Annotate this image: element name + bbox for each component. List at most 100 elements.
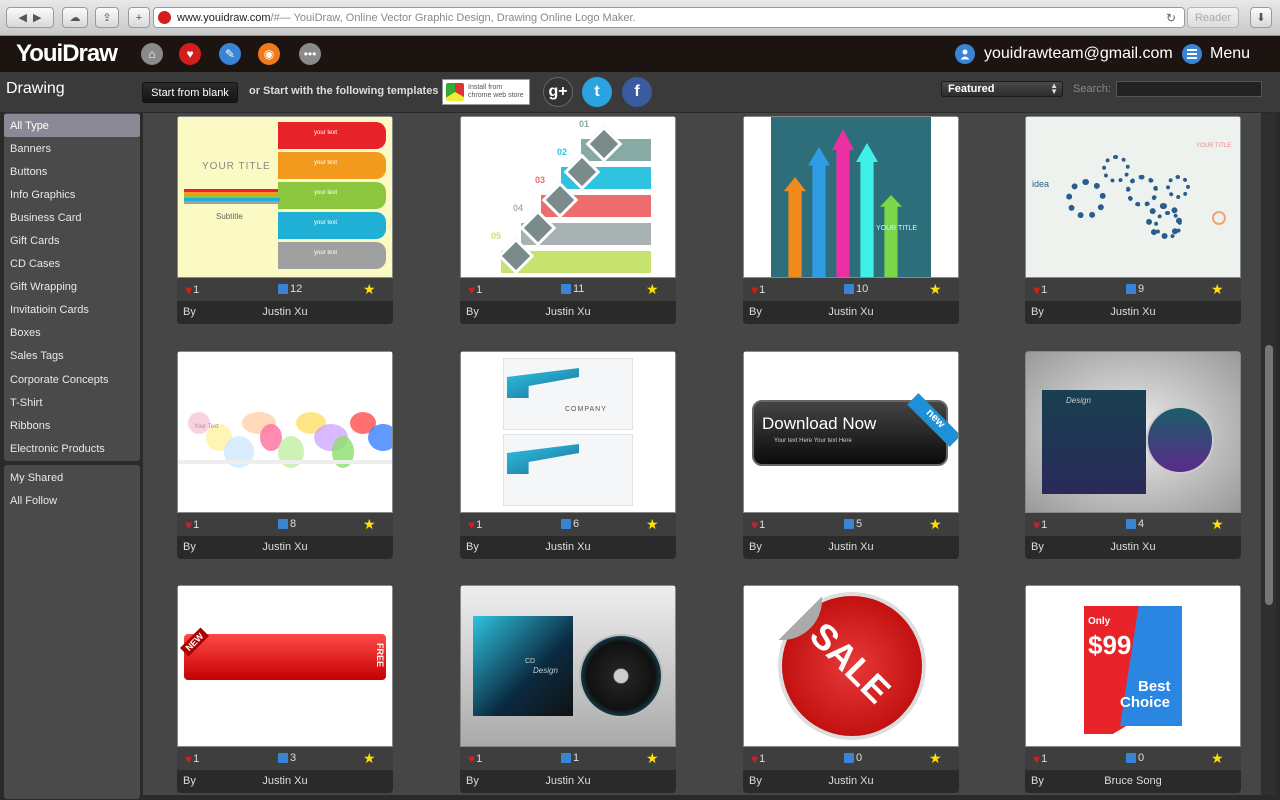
author-name[interactable]: Justin Xu	[460, 541, 676, 553]
star-icon[interactable]: ★	[646, 281, 659, 298]
template-card[interactable]: your text your text your text your text your…	[177, 116, 393, 324]
download-icon[interactable]: ⬇	[1250, 7, 1272, 28]
sidebar-item-corporate-concepts[interactable]: Corporate Concepts	[4, 368, 140, 391]
template-card[interactable]: Download Now Your text Here Your text Her…	[743, 351, 959, 559]
sidebar-item-all-follow[interactable]: All Follow	[4, 490, 140, 513]
edit-count[interactable]: 3	[278, 752, 296, 764]
author-name[interactable]: Justin Xu	[1025, 306, 1241, 318]
edit-count[interactable]: 0	[844, 752, 862, 764]
author-name[interactable]: Justin Xu	[177, 541, 393, 553]
reader-button[interactable]: Reader	[1187, 7, 1239, 28]
sidebar-item-cd-cases[interactable]: CD Cases	[4, 253, 140, 276]
star-icon[interactable]: ★	[1211, 281, 1224, 298]
more-icon[interactable]: •••	[299, 43, 321, 65]
edit-count[interactable]: 1	[561, 752, 579, 764]
star-icon[interactable]: ★	[1211, 750, 1224, 767]
heart-nav-icon[interactable]: ♥	[179, 43, 201, 65]
sidebar-item-t-shirt[interactable]: T-Shirt	[4, 391, 140, 414]
sidebar-item-my-shared[interactable]: My Shared	[4, 466, 140, 489]
sidebar-item-all-type[interactable]: All Type	[4, 114, 140, 138]
template-card[interactable]: CD Design ♥ 1 1 ★ By Justin Xu	[460, 585, 676, 793]
template-card[interactable]: COMPANY ♥ 1 6 ★ By Justin Xu	[460, 351, 676, 559]
sidebar-item-sales-tags[interactable]: Sales Tags	[4, 345, 140, 368]
star-icon[interactable]: ★	[363, 281, 376, 298]
like-count[interactable]: ♥ 1	[468, 752, 482, 766]
author-name[interactable]: Justin Xu	[743, 775, 959, 787]
author-name[interactable]: Justin Xu	[743, 306, 959, 318]
reload-icon[interactable]: ↻	[1166, 11, 1176, 25]
sidebar-item-business-card[interactable]: Business Card	[4, 206, 140, 229]
edit-count[interactable]: 5	[844, 518, 862, 530]
star-icon[interactable]: ★	[929, 750, 942, 767]
template-thumbnail[interactable]: Only $99 Best Choice	[1025, 585, 1241, 747]
sidebar-item-boxes[interactable]: Boxes	[4, 322, 140, 345]
start-from-blank-button[interactable]: Start from blank	[142, 82, 238, 103]
template-thumbnail[interactable]: Design	[1025, 351, 1241, 513]
lifebuoy-icon[interactable]: ◉	[258, 43, 280, 65]
chrome-web-store-badge[interactable]: Install from chrome web store	[442, 79, 530, 105]
back-forward-buttons[interactable]: ◀ ▶	[6, 7, 54, 28]
author-name[interactable]: Justin Xu	[177, 306, 393, 318]
star-icon[interactable]: ★	[363, 750, 376, 767]
template-card[interactable]: YOUR TITLE ♥ 1 10 ★ By Justin Xu	[743, 116, 959, 324]
template-card[interactable]: Design ♥ 1 4 ★ By Justin Xu	[1025, 351, 1241, 559]
menu-button[interactable]: Menu	[1182, 43, 1250, 65]
template-thumbnail[interactable]: Download Now Your text Here Your text Her…	[743, 351, 959, 513]
like-count[interactable]: ♥ 1	[1033, 518, 1047, 532]
twitter-icon[interactable]: t	[582, 77, 612, 107]
template-thumbnail[interactable]: YOUR TITLE	[743, 116, 959, 278]
address-bar[interactable]: www.youidraw.com /#— YouiDraw, Online Ve…	[153, 7, 1185, 28]
like-count[interactable]: ♥ 1	[1033, 752, 1047, 766]
like-count[interactable]: ♥ 1	[751, 283, 765, 297]
star-icon[interactable]: ★	[363, 516, 376, 533]
template-card[interactable]: Your Text ♥ 1 8 ★ By Justin Xu	[177, 351, 393, 559]
home-icon[interactable]: ⌂	[141, 43, 163, 65]
edit-count[interactable]: 10	[844, 283, 868, 295]
author-name[interactable]: Justin Xu	[743, 541, 959, 553]
template-thumbnail[interactable]: 01 02 03 04 05	[460, 116, 676, 278]
scrollbar-thumb[interactable]	[1265, 345, 1273, 605]
template-thumbnail[interactable]: COMPANY	[460, 351, 676, 513]
star-icon[interactable]: ★	[929, 281, 942, 298]
sidebar-item-banners[interactable]: Banners	[4, 137, 140, 160]
template-thumbnail[interactable]: NEW FREE	[177, 585, 393, 747]
sidebar-item-electronic-products[interactable]: Electronic Products	[4, 437, 140, 460]
like-count[interactable]: ♥ 1	[468, 283, 482, 297]
template-thumbnail[interactable]: CD Design	[460, 585, 676, 747]
edit-count[interactable]: 11	[561, 283, 584, 295]
search-input[interactable]	[1116, 81, 1262, 97]
like-count[interactable]: ♥ 1	[185, 283, 199, 297]
star-icon[interactable]: ★	[929, 516, 942, 533]
like-count[interactable]: ♥ 1	[468, 518, 482, 532]
feather-icon[interactable]: ✎	[219, 43, 241, 65]
like-count[interactable]: ♥ 1	[751, 518, 765, 532]
google-plus-icon[interactable]: g+	[543, 77, 573, 107]
author-name[interactable]: Justin Xu	[177, 775, 393, 787]
template-thumbnail[interactable]: SALE	[743, 585, 959, 747]
sidebar-item-info-graphics[interactable]: Info Graphics	[4, 183, 140, 206]
template-card[interactable]: 01 02 03 04 05 ♥ 1 11 ★ By Justin Xu	[460, 116, 676, 324]
sort-select[interactable]: Featured ▲ ▼	[941, 81, 1063, 97]
edit-count[interactable]: 6	[561, 518, 579, 530]
template-thumbnail[interactable]: your text your text your text your text your…	[177, 116, 393, 278]
user-account[interactable]: youidrawteam@gmail.com	[955, 43, 1173, 65]
logo[interactable]: YouiDraw	[16, 40, 118, 68]
edit-count[interactable]: 9	[1126, 283, 1144, 295]
star-icon[interactable]: ★	[646, 516, 659, 533]
template-thumbnail[interactable]: idea YOUR TITLE	[1025, 116, 1241, 278]
template-card[interactable]: NEW FREE ♥ 1 3 ★ By Justin Xu	[177, 585, 393, 793]
new-tab-button[interactable]: +	[128, 7, 150, 28]
like-count[interactable]: ♥ 1	[185, 518, 199, 532]
edit-count[interactable]: 0	[1126, 752, 1144, 764]
like-count[interactable]: ♥ 1	[751, 752, 765, 766]
edit-count[interactable]: 8	[278, 518, 296, 530]
star-icon[interactable]: ★	[1211, 516, 1224, 533]
author-name[interactable]: Justin Xu	[1025, 541, 1241, 553]
template-thumbnail[interactable]: Your Text	[177, 351, 393, 513]
template-card[interactable]: SALE ♥ 1 0 ★ By Justin Xu	[743, 585, 959, 793]
author-name[interactable]: Bruce Song	[1025, 775, 1241, 787]
edit-count[interactable]: 12	[278, 283, 302, 295]
like-count[interactable]: ♥ 1	[1033, 283, 1047, 297]
author-name[interactable]: Justin Xu	[460, 775, 676, 787]
icloud-icon[interactable]: ☁	[62, 7, 88, 28]
